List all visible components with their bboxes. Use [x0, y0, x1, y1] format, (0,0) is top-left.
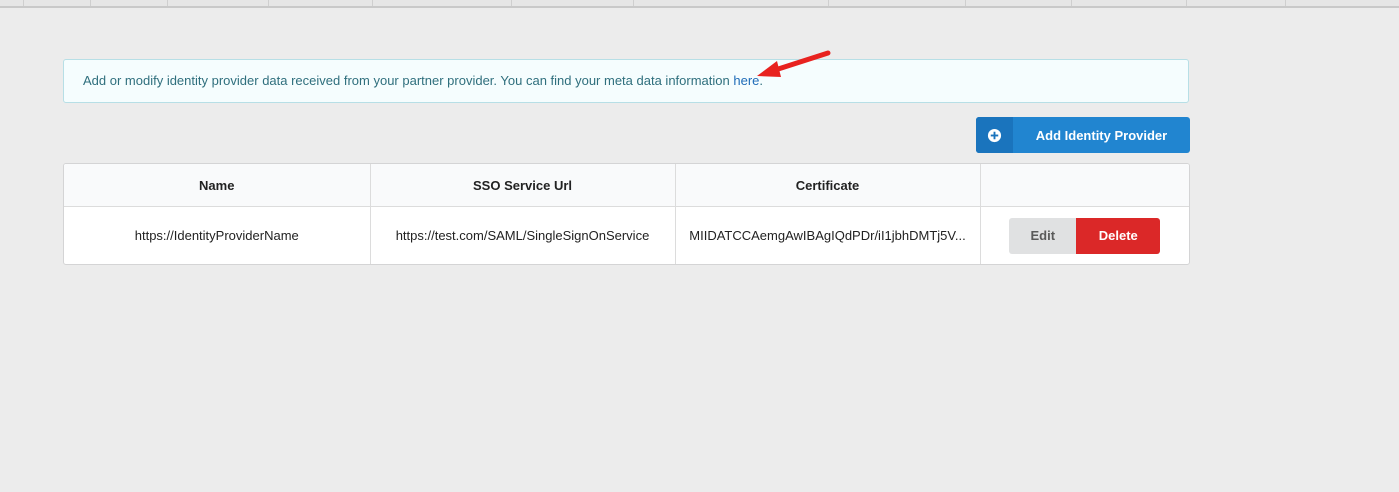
identity-provider-table: Name SSO Service Url Certificate https:/… — [63, 163, 1190, 265]
column-header-name: Name — [64, 164, 371, 207]
column-header-sso-url: SSO Service Url — [370, 164, 676, 207]
strip-divider — [965, 0, 966, 6]
cell-sso-url: https://test.com/SAML/SingleSignOnServic… — [370, 206, 676, 264]
strip-divider — [268, 0, 269, 6]
strip-divider — [372, 0, 373, 6]
strip-divider — [1285, 0, 1286, 6]
delete-button[interactable]: Delete — [1076, 217, 1161, 254]
cell-name: https://IdentityProviderName — [64, 206, 371, 264]
strip-divider — [1071, 0, 1072, 6]
top-toolbar-strip — [0, 0, 1399, 8]
strip-divider — [633, 0, 634, 6]
cell-actions: Edit Delete — [980, 207, 1189, 265]
strip-divider — [511, 0, 512, 6]
strip-divider — [828, 0, 829, 6]
red-arrow-icon — [757, 50, 831, 77]
row-action-buttons: Edit Delete — [1009, 217, 1161, 254]
info-message: Add or modify identity provider data rec… — [63, 59, 1189, 103]
edit-button[interactable]: Edit — [1009, 217, 1077, 254]
strip-divider — [167, 0, 168, 6]
strip-divider — [1186, 0, 1187, 6]
add-identity-provider-label: Add Identity Provider — [1035, 127, 1168, 143]
strip-divider — [23, 0, 24, 6]
strip-divider — [90, 0, 91, 6]
cell-certificate: MIIDATCCAemgAwIBAgIQdPDr/iI1jbhDMTj5V... — [675, 206, 981, 264]
add-identity-provider-button[interactable]: Add Identity Provider — [976, 117, 1190, 153]
column-header-certificate: Certificate — [675, 164, 981, 207]
column-header-actions — [980, 164, 1189, 207]
plus-circle-icon — [976, 117, 1013, 153]
info-text: Add or modify identity provider data rec… — [83, 73, 734, 88]
table-row: https://IdentityProviderName https://tes… — [64, 206, 1189, 265]
table-header-row: Name SSO Service Url Certificate — [64, 164, 1189, 207]
